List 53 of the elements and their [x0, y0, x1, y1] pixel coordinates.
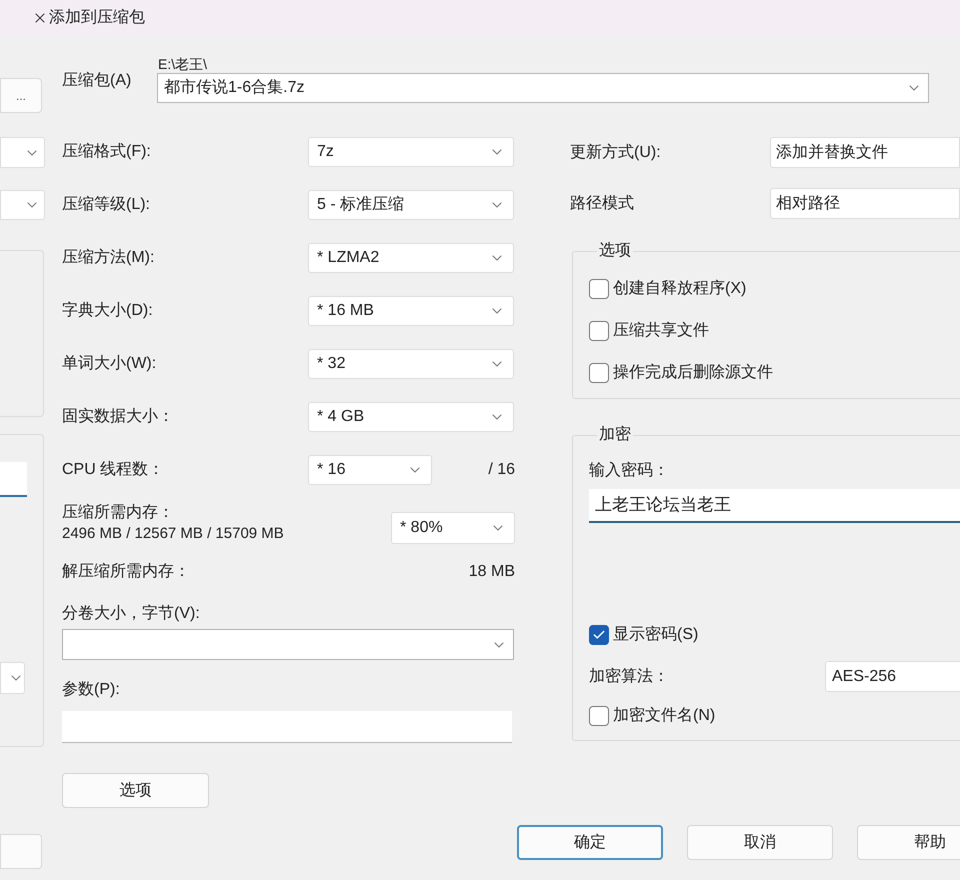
dropdown[interactable]: * 32 [308, 349, 514, 379]
checkbox[interactable]: 加密文件名(N) [589, 704, 960, 728]
options-button[interactable]: 选项 [62, 773, 209, 808]
dialog-button[interactable]: 确定 [517, 825, 663, 860]
parameters-field[interactable] [62, 711, 512, 743]
setting-label: 字典大小(D): [62, 300, 154, 321]
dialog-button[interactable]: 取消 [687, 825, 833, 860]
dropdown[interactable] [0, 190, 45, 220]
dropdown[interactable]: AES-256 [825, 661, 960, 692]
setting-label: 压缩格式(F): [62, 142, 152, 162]
dropdown[interactable]: 添加并替换文件 [770, 137, 960, 168]
password-field[interactable]: 上老王论坛当老王 [589, 489, 960, 523]
group-title: 选项 [598, 240, 632, 261]
setting-label: 压缩等级(L): [62, 194, 151, 215]
text-field[interactable] [0, 462, 27, 497]
checkbox[interactable]: 创建自释放程序(X) [589, 277, 960, 301]
parameters-label: 参数(P): [62, 680, 121, 700]
folder-path: E:\老王\ [158, 55, 208, 73]
dropdown[interactable]: 5 - 标准压缩 [308, 190, 514, 220]
setting-label: 更新方式(U): [570, 142, 662, 162]
setting-label: 路径模式 [570, 194, 635, 214]
dropdown[interactable] [0, 137, 45, 168]
button[interactable] [0, 834, 42, 869]
browse-button[interactable]: ... [0, 78, 42, 113]
dropdown[interactable]: 相对路径 [770, 188, 960, 219]
volume-label: 分卷大小，字节(V): [62, 604, 201, 624]
dropdown[interactable]: * 16 MB [308, 296, 514, 326]
dropdown[interactable]: * 80% [391, 512, 515, 544]
memory-usage: 2496 MB / 12567 MB / 15709 MB [62, 524, 284, 544]
checkbox[interactable]: 操作完成后删除源文件 [589, 361, 960, 385]
dropdown[interactable]: * LZMA2 [308, 243, 514, 273]
dropdown[interactable]: * 4 GB [308, 402, 514, 432]
archive-label: 压缩包(A) [62, 70, 132, 91]
checkbox[interactable]: 压缩共享文件 [589, 319, 960, 343]
setting-label: 固实数据大小： [62, 406, 175, 427]
decompress-memory-value: 18 MB [468, 562, 515, 582]
setting-label: CPU 线程数： [62, 460, 166, 480]
memory-label: 压缩所需内存： [62, 502, 175, 523]
dialog-button[interactable]: 帮助 [857, 825, 960, 860]
decompress-memory-label: 解压缩所需内存： [62, 562, 190, 582]
volume-combobox[interactable] [62, 629, 514, 660]
archive-name-combobox[interactable]: 都市传说1-6合集.7z [157, 73, 929, 103]
setting-label: 单词大小(W): [62, 354, 158, 374]
checkbox[interactable]: 显示密码(S) [589, 623, 960, 647]
setting-label: 压缩方法(M): [62, 248, 156, 268]
window-title: 添加到压缩包 [49, 8, 145, 28]
method-label: 加密算法： [589, 666, 670, 686]
dropdown[interactable]: 7z [308, 137, 514, 167]
thread-total: / 16 [488, 460, 515, 480]
dropdown[interactable]: * 16 [308, 455, 432, 485]
dropdown[interactable] [0, 662, 25, 694]
password-label: 输入密码： [589, 460, 670, 481]
group-title: 加密 [598, 424, 632, 445]
